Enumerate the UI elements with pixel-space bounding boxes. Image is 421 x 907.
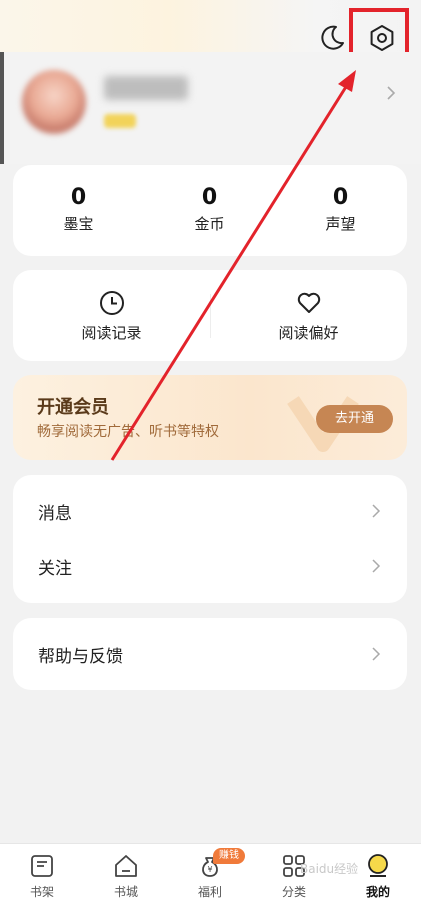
avatar[interactable] [22, 70, 86, 134]
open-vip-button[interactable]: 去开通 [316, 405, 393, 433]
tab-welfare[interactable]: ¥ 福利 赚钱 [168, 848, 252, 906]
stat-coins[interactable]: 0 金币 [144, 185, 275, 234]
help-card: 帮助与反馈 [13, 618, 407, 690]
tab-bookshelf[interactable]: 书架 [0, 852, 84, 906]
menu-item-label: 关注 [38, 559, 72, 579]
chevron-right-icon [371, 646, 381, 662]
tab-label: 我的 [365, 885, 390, 899]
home-icon [115, 855, 137, 877]
menu-item-help-feedback[interactable]: 帮助与反馈 [13, 626, 407, 682]
stat-value: 0 [201, 185, 218, 210]
earn-badge: 赚钱 [213, 848, 245, 864]
profile-edge-bar [0, 52, 4, 164]
chevron-right-icon [371, 558, 381, 574]
night-mode-icon[interactable] [316, 22, 348, 54]
stat-mobao[interactable]: 0 墨宝 [13, 185, 144, 234]
menu-item-label: 帮助与反馈 [38, 647, 123, 667]
menu-item-label: 消息 [38, 504, 72, 524]
nickname-blurred [104, 76, 188, 100]
stat-label: 金币 [194, 215, 225, 233]
clock-icon [99, 291, 124, 315]
chevron-right-icon [371, 503, 381, 519]
reading-card: 阅读记录 阅读偏好 [13, 270, 407, 361]
tab-label: 书城 [113, 885, 138, 899]
vip-description: 畅享阅读无广告、听书等特权 [37, 424, 219, 440]
tab-label: 福利 [197, 885, 222, 899]
tab-label: 分类 [281, 885, 306, 899]
stat-value: 0 [332, 185, 349, 210]
vip-title: 开通会员 [37, 397, 109, 418]
reading-preference-label: 阅读偏好 [278, 324, 339, 342]
menu-item-messages[interactable]: 消息 [13, 483, 407, 539]
stat-reputation[interactable]: 0 声望 [275, 185, 406, 234]
stat-value: 0 [70, 185, 87, 210]
stat-label: 声望 [325, 215, 356, 233]
heart-icon [297, 292, 320, 313]
level-badge [104, 114, 136, 128]
bookshelf-icon [31, 855, 53, 877]
tab-label: 书架 [29, 885, 54, 899]
tab-bookstore[interactable]: 书城 [84, 852, 168, 906]
reading-history-button[interactable]: 阅读记录 [13, 290, 210, 343]
reading-preference-button[interactable]: 阅读偏好 [210, 290, 407, 343]
profile-header[interactable] [0, 52, 421, 164]
stats-card: 0 墨宝 0 金币 0 声望 [13, 165, 407, 256]
menu-item-follow[interactable]: 关注 [13, 538, 407, 594]
watermark: Baidu经验 [300, 862, 359, 876]
chevron-right-icon [384, 82, 398, 104]
menu-card: 消息 关注 [13, 475, 407, 603]
profile-avatar-icon [368, 854, 388, 877]
vip-banner[interactable]: 开通会员 畅享阅读无广告、听书等特权 去开通 [13, 375, 407, 460]
svg-text:¥: ¥ [207, 865, 212, 874]
stat-label: 墨宝 [63, 215, 94, 233]
reading-history-label: 阅读记录 [81, 324, 142, 342]
